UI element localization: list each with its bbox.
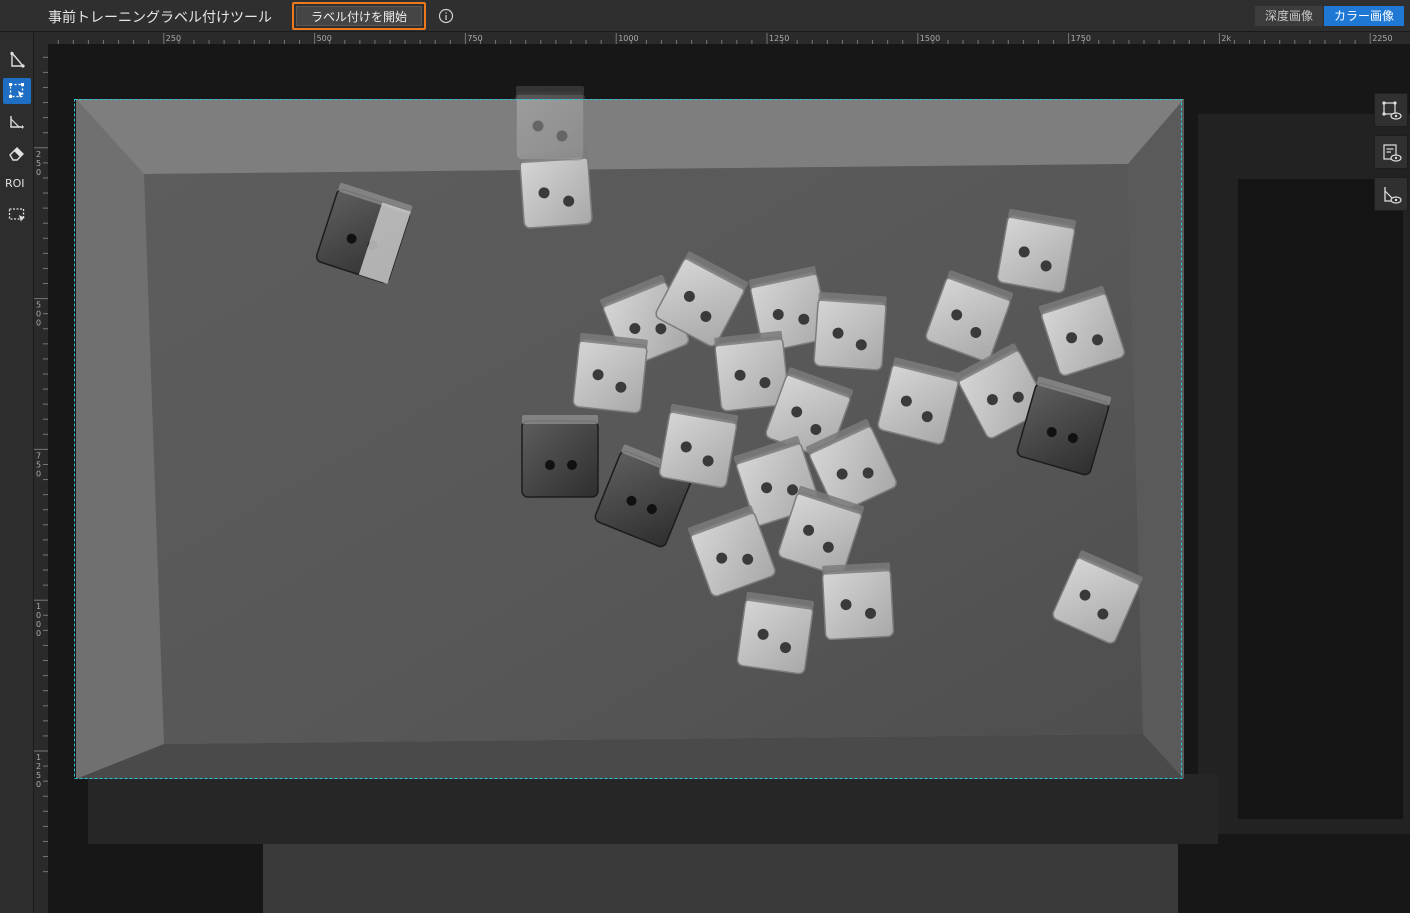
app-title: 事前トレーニングラベル付けツール	[48, 10, 272, 26]
ruler-label: 2250	[1372, 34, 1392, 43]
ruler-label: 750	[467, 34, 482, 43]
image-canvas[interactable]	[48, 44, 1410, 913]
ruler-label: 2	[36, 150, 41, 159]
show-label-toggle[interactable]	[1374, 135, 1408, 169]
camera-image	[48, 44, 1410, 913]
ruler-label: 7	[36, 451, 41, 460]
depth-image-tab[interactable]: 深度画像	[1255, 6, 1323, 26]
info-icon[interactable]	[438, 8, 454, 24]
show-polygon-toggle[interactable]	[1374, 93, 1408, 127]
rectangle-select-tool-button[interactable]	[3, 78, 31, 104]
show-mask-toggle[interactable]	[1374, 177, 1408, 211]
start-labeling-label: ラベル付けを開始	[296, 6, 422, 26]
ruler-label: 500	[317, 34, 332, 43]
color-image-tab[interactable]: カラー画像	[1324, 6, 1404, 26]
ruler-label: 0	[36, 310, 41, 319]
ruler-corner	[34, 33, 48, 44]
eraser-tool-button[interactable]	[3, 140, 31, 166]
ruler-label: 0	[36, 319, 41, 328]
ruler-label: 5	[36, 771, 41, 780]
ruler-label: 5	[36, 460, 41, 469]
corner-tool-button[interactable]	[3, 109, 31, 135]
ruler-label: 0	[36, 629, 41, 638]
screen-capture-icon	[8, 208, 25, 222]
ruler-label: 0	[36, 620, 41, 629]
ruler-label: 0	[36, 168, 41, 177]
polygon-tool-icon	[10, 51, 25, 68]
ruler-label: 1	[36, 602, 41, 611]
ruler-label: 2k	[1221, 34, 1231, 43]
vertical-ruler: 25050075010001250	[34, 44, 48, 913]
screen-capture-tool-button[interactable]	[3, 202, 31, 228]
ruler-label: 1	[36, 753, 41, 762]
mask-eye-icon	[1384, 187, 1402, 204]
horizontal-ruler: 250 500 750 1000 1250 1500 1750 2k 2250	[48, 33, 1410, 44]
roi-tool-label: ROI	[5, 177, 25, 190]
ruler-label: 5	[36, 301, 41, 310]
ruler-label: 0	[36, 780, 41, 789]
ruler-label: 1000	[618, 34, 638, 43]
ruler-label: 250	[166, 34, 181, 43]
label-eye-icon	[1383, 144, 1402, 162]
ruler-label: 0	[36, 469, 41, 478]
ruler-label: 0	[36, 611, 41, 620]
rectangle-select-icon	[9, 83, 24, 98]
top-toolbar: 事前トレーニングラベル付けツール ラベル付けを開始 深度画像 カラー画像	[0, 0, 1410, 32]
start-labeling-button[interactable]: ラベル付けを開始	[292, 2, 426, 30]
ruler-label: 1750	[1071, 34, 1091, 43]
left-toolbar: ROI	[0, 33, 34, 913]
roi-tool-button[interactable]: ROI	[3, 171, 31, 197]
polygon-eye-icon	[1382, 101, 1402, 120]
ruler-label: 1500	[920, 34, 940, 43]
ruler-label: 2	[36, 762, 41, 771]
polygon-tool-button[interactable]	[3, 47, 31, 73]
eraser-icon	[9, 147, 24, 161]
ruler-label: 1250	[769, 34, 789, 43]
ruler-label: 5	[36, 159, 41, 168]
corner-tool-icon	[10, 116, 24, 129]
